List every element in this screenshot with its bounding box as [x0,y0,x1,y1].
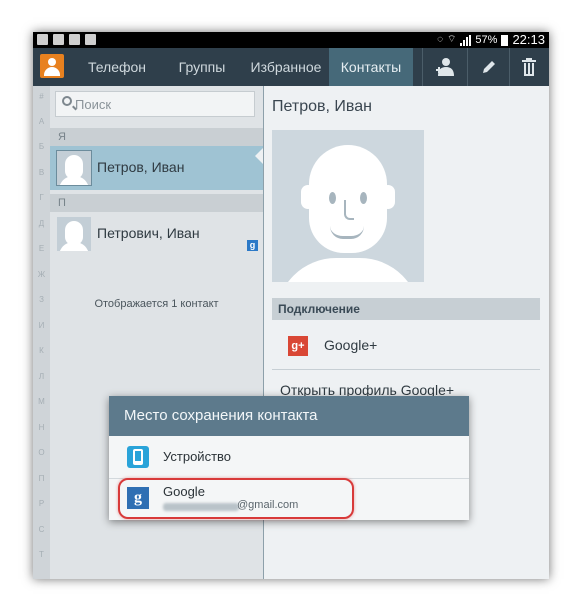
index-letter[interactable]: А [33,117,50,126]
section-header: П [50,194,263,212]
contact-name: Петров, Иван [97,159,185,175]
add-contact-icon [436,58,454,76]
notification-icon [37,34,48,45]
delete-button[interactable] [509,48,549,86]
pencil-icon [483,61,495,73]
index-letter[interactable]: Л [33,372,50,381]
mute-icon: ◌ [437,34,444,45]
add-contact-button[interactable] [425,48,465,86]
contact-photo-placeholder[interactable] [272,130,424,282]
contact-name: Петрович, Иван [97,225,200,241]
contact-row-selected[interactable]: Петров, Иван [50,146,263,190]
index-letter[interactable]: Г [33,193,50,202]
avatar [57,151,91,185]
signal-icon [460,34,472,46]
phone-icon [127,446,149,468]
battery-icon [501,34,509,46]
option-device[interactable]: Устройство [109,436,469,478]
google-plus-icon: g+ [288,336,308,356]
index-letter[interactable]: Ж [33,270,50,279]
notification-icons [37,34,96,45]
index-letter[interactable]: # [33,92,50,101]
index-letter[interactable]: П [33,474,50,483]
index-letter[interactable]: О [33,448,50,457]
gplus-row[interactable]: g+ Google+ [272,324,540,368]
index-letter[interactable]: Р [33,499,50,508]
detail-contact-name: Петров, Иван [272,98,372,115]
tab-groups[interactable]: Группы [161,48,243,86]
tab-contacts[interactable]: Контакты [329,48,413,86]
divider [272,369,540,370]
device-screen: ◌ ⌔ 57% 22:13 Телефон Группы Избранное К… [33,32,549,579]
google-account-icon: g [247,240,258,251]
search-placeholder: Поиск [75,97,112,112]
search-input[interactable]: Поиск [55,91,255,117]
edit-button[interactable] [469,48,509,86]
mail-icon [85,34,96,45]
divider [467,48,468,86]
index-letter[interactable]: З [33,295,50,304]
contacts-app-icon[interactable] [40,54,64,78]
section-header: Я [50,128,263,146]
action-bar: Телефон Группы Избранное Контакты [33,48,549,86]
wifi-icon: ⌔ [447,34,457,45]
index-letter[interactable]: К [33,346,50,355]
search-icon [62,96,72,106]
highlight-annotation [118,478,354,519]
dialog-title: Место сохранения контакта [109,396,469,436]
option-label: Устройство [163,449,232,464]
status-bar: ◌ ⌔ 57% 22:13 [33,32,549,48]
index-letter[interactable]: В [33,168,50,177]
status-indicators: ◌ ⌔ 57% 22:13 [437,32,545,48]
contact-row[interactable]: Петрович, Иван g [50,212,263,256]
trash-icon [522,58,536,76]
contact-count: Отображается 1 контакт [94,298,219,310]
alphabet-index[interactable]: # А Б В Г Д Е Ж З И К Л М Н О П Р С Т [33,86,50,579]
index-letter[interactable]: Д [33,219,50,228]
index-letter[interactable]: Т [33,550,50,559]
index-letter[interactable]: М [33,397,50,406]
tab-favorites[interactable]: Избранное [243,48,329,86]
gplus-label: Google+ [324,337,378,353]
index-letter[interactable]: Б [33,142,50,151]
index-letter[interactable]: Н [33,423,50,432]
index-letter[interactable]: С [33,525,50,534]
connection-header: Подключение [272,298,540,320]
notification-icon [53,34,64,45]
clock: 22:13 [512,32,545,47]
battery-percent: 57% [475,34,498,46]
notification-icon [69,34,80,45]
index-letter[interactable]: Е [33,244,50,253]
tab-phone[interactable]: Телефон [73,48,161,86]
avatar [57,217,91,251]
divider [422,48,423,86]
index-letter[interactable]: И [33,321,50,330]
